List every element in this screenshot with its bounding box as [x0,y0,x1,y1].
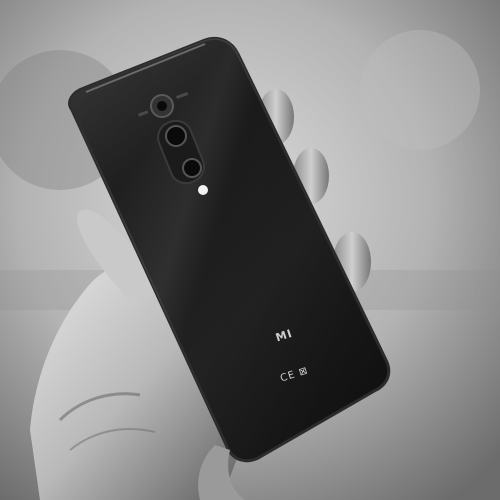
photo: MI CE ⊠ [0,0,500,500]
rear-camera-lens-1 [165,125,187,147]
rear-camera-lens-2 [182,158,202,178]
popup-camera-lens [157,101,167,111]
camera-flash [198,185,208,195]
photo-canvas [0,0,500,500]
wall-blotch [360,30,480,150]
